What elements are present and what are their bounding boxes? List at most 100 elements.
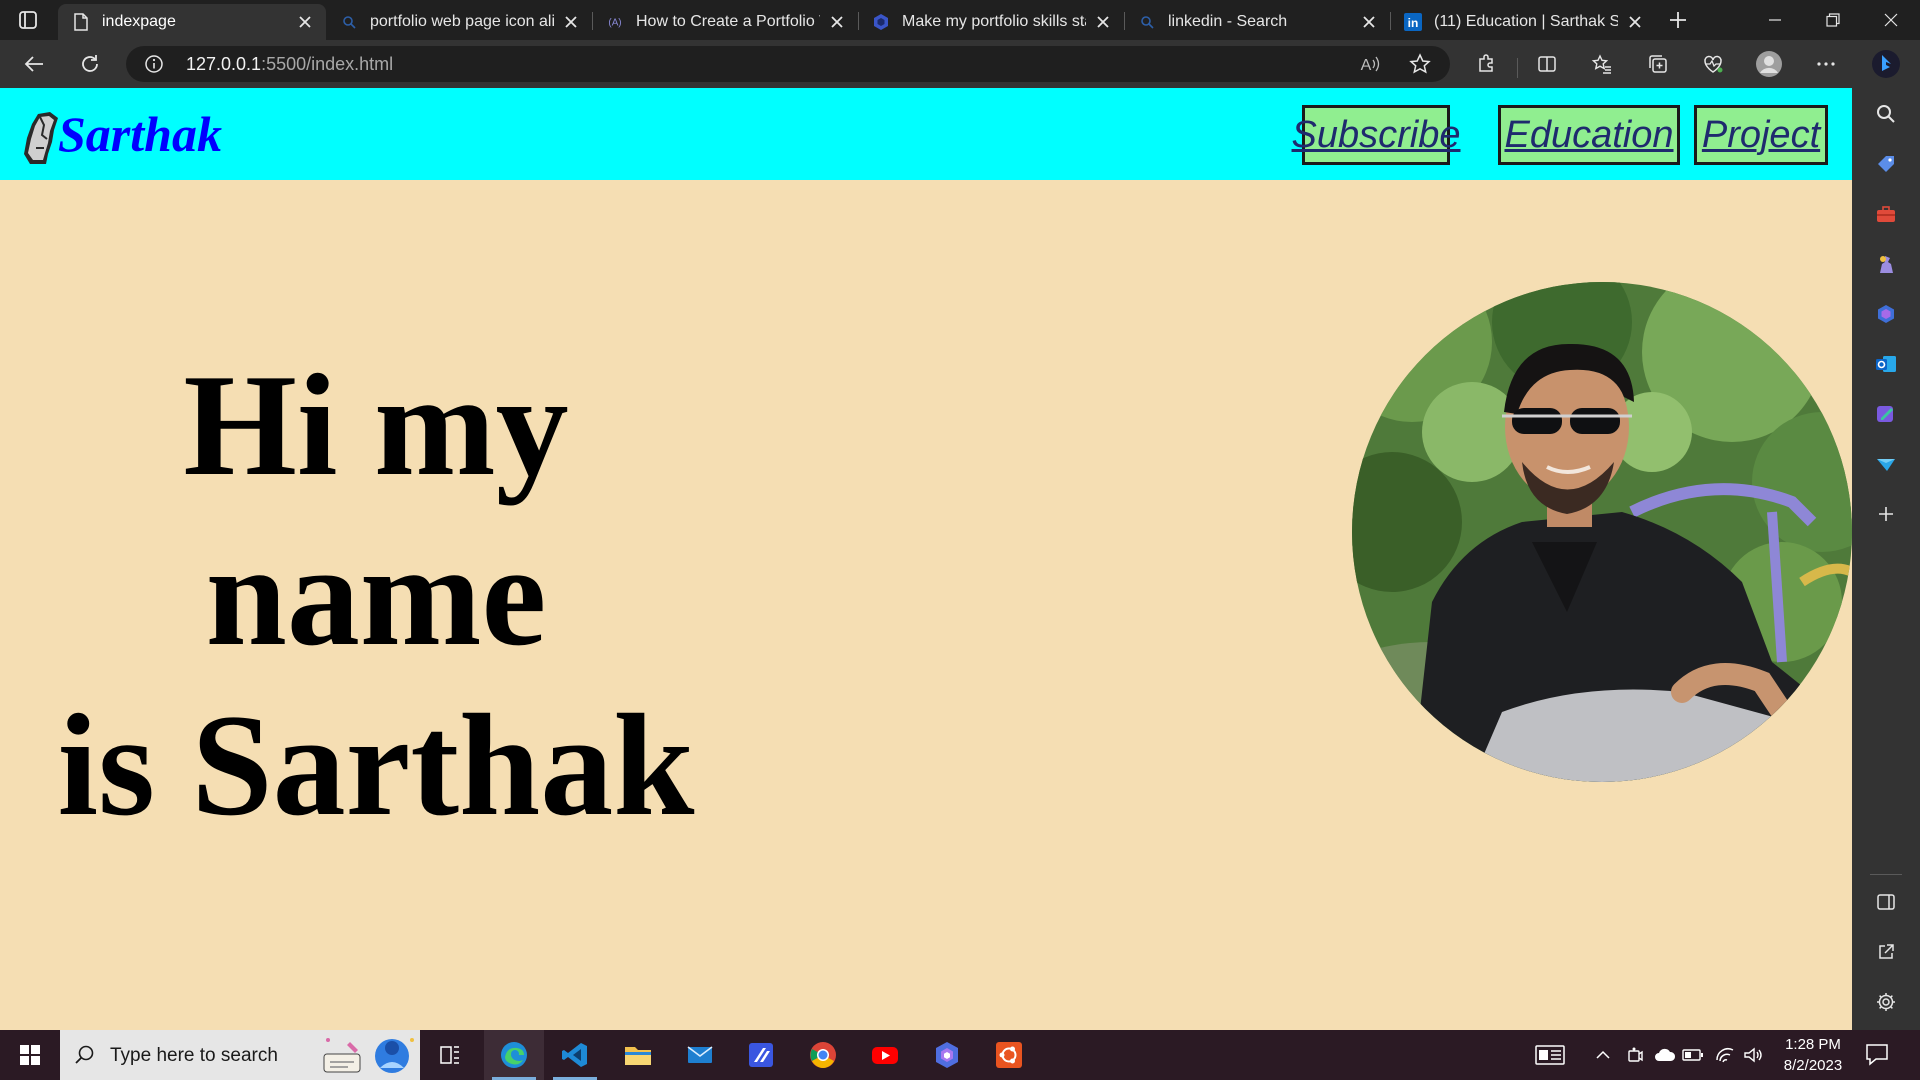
tab-how-to-create[interactable]: (A) How to Create a Portfolio W xyxy=(592,4,858,40)
favorites-icon[interactable] xyxy=(1586,48,1618,80)
search-icon[interactable] xyxy=(1870,98,1902,130)
toolbar-divider xyxy=(1517,58,1518,78)
more-options-icon[interactable] xyxy=(1810,48,1842,80)
clock-time: 1:28 PM xyxy=(1785,1036,1841,1053)
tools-icon[interactable] xyxy=(1870,198,1902,230)
battery-icon[interactable] xyxy=(1680,1043,1706,1067)
hide-sidebar-icon[interactable] xyxy=(1870,886,1902,918)
games-icon[interactable] xyxy=(1870,248,1902,280)
favorite-star-icon[interactable] xyxy=(1408,52,1432,76)
windows-start-icon[interactable] xyxy=(0,1030,60,1080)
hero-heading: Hi my name is Sarthak xyxy=(0,340,752,850)
close-tab-icon[interactable] xyxy=(562,13,580,31)
tab-actions-icon[interactable] xyxy=(16,8,40,32)
search-icon xyxy=(74,1044,96,1066)
linkedin-icon: in xyxy=(1404,13,1422,31)
settings-gear-icon[interactable] xyxy=(1870,986,1902,1018)
read-aloud-icon[interactable]: A xyxy=(1358,52,1382,76)
clock-date: 8/2/2023 xyxy=(1783,1057,1843,1074)
sidebar-divider xyxy=(1870,874,1902,875)
hero-line-2: is Sarthak xyxy=(57,684,695,846)
url-text[interactable]: 127.0.0.1:5500/index.html xyxy=(186,54,393,74)
file-explorer-icon[interactable] xyxy=(608,1030,668,1080)
bing-chat-icon xyxy=(872,13,890,31)
designer-icon[interactable] xyxy=(1870,398,1902,430)
external-link-icon[interactable] xyxy=(1870,936,1902,968)
brand-name[interactable]: Sarthak xyxy=(58,104,222,164)
tab-title: indexpage xyxy=(102,13,176,30)
hero-line-1: Hi my name xyxy=(183,344,569,676)
url-host: 127.0.0.1 xyxy=(186,54,262,74)
task-view-icon[interactable] xyxy=(420,1030,480,1080)
ubuntu-icon[interactable] xyxy=(979,1030,1039,1080)
add-sidebar-app-icon[interactable] xyxy=(1870,498,1902,530)
meet-now-icon[interactable] xyxy=(1622,1043,1648,1067)
close-window-icon[interactable] xyxy=(1862,0,1920,40)
mail-icon[interactable] xyxy=(670,1030,730,1080)
extensions-icon[interactable] xyxy=(1470,48,1502,80)
back-icon[interactable] xyxy=(18,48,50,80)
taskbar-search-placeholder: Type here to search xyxy=(110,1045,278,1066)
minimize-icon[interactable] xyxy=(1746,0,1804,40)
education-button[interactable]: Education xyxy=(1498,105,1680,165)
chrome-icon[interactable] xyxy=(793,1030,853,1080)
tab-indexpage[interactable]: indexpage xyxy=(58,4,326,40)
close-tab-icon[interactable] xyxy=(1626,13,1644,31)
microsoft-365-icon[interactable] xyxy=(1870,298,1902,330)
close-tab-icon[interactable] xyxy=(296,13,314,31)
tab-portfolio-search[interactable]: portfolio web page icon alig xyxy=(326,4,592,40)
windows-taskbar: Type here to search 1:28 PM 8/2/2023 xyxy=(0,1030,1920,1080)
tab-linkedin-search[interactable]: linkedin - Search xyxy=(1124,4,1390,40)
notification-center-icon[interactable] xyxy=(1864,1042,1892,1068)
tab-title: portfolio web page icon alig xyxy=(370,13,554,30)
site-header: Sarthak Subscribe Education Project xyxy=(0,88,1852,180)
restore-icon[interactable] xyxy=(1804,0,1862,40)
close-tab-icon[interactable] xyxy=(1360,13,1378,31)
powerapps-icon[interactable] xyxy=(731,1030,791,1080)
tab-title: Make my portfolio skills star xyxy=(902,13,1086,30)
site-info-icon[interactable] xyxy=(144,54,164,74)
browser-toolbar: 127.0.0.1:5500/index.html A xyxy=(0,40,1920,88)
split-screen-icon[interactable] xyxy=(1531,48,1563,80)
vscode-taskbar-icon[interactable] xyxy=(545,1030,605,1080)
tab-title: (11) Education | Sarthak Sin xyxy=(1434,13,1618,30)
search-highlight-art-icon xyxy=(320,1032,420,1078)
taskbar-search-box[interactable]: Type here to search xyxy=(60,1030,420,1080)
new-tab-icon[interactable] xyxy=(1664,6,1692,34)
browser-essentials-icon[interactable] xyxy=(1697,48,1729,80)
refresh-icon[interactable] xyxy=(74,48,106,80)
edge-sidebar xyxy=(1852,40,1920,1030)
collections-icon[interactable] xyxy=(1642,48,1674,80)
page-icon xyxy=(72,13,90,31)
a-site-icon: (A) xyxy=(606,13,624,31)
system-clock[interactable]: 1:28 PM 8/2/2023 xyxy=(1768,1034,1858,1076)
profile-avatar[interactable] xyxy=(1753,48,1785,80)
edge-taskbar-icon[interactable] xyxy=(484,1030,544,1080)
tab-bing-chat[interactable]: Make my portfolio skills star xyxy=(858,4,1124,40)
page-viewport: Sarthak Subscribe Education Project Hi m… xyxy=(0,88,1852,1030)
close-tab-icon[interactable] xyxy=(1094,13,1112,31)
drop-icon[interactable] xyxy=(1870,448,1902,480)
address-bar[interactable]: 127.0.0.1:5500/index.html A xyxy=(126,46,1450,82)
tab-title: How to Create a Portfolio W xyxy=(636,13,820,30)
onedrive-icon[interactable] xyxy=(1652,1043,1678,1067)
search-icon xyxy=(340,13,358,31)
bing-copilot-icon[interactable] xyxy=(1870,48,1902,80)
youtube-icon[interactable] xyxy=(855,1030,915,1080)
url-path: :5500/index.html xyxy=(261,54,394,74)
wifi-icon[interactable] xyxy=(1712,1043,1738,1067)
show-hidden-icons-chevron-up-icon[interactable] xyxy=(1590,1043,1616,1067)
shopping-tag-icon[interactable] xyxy=(1870,148,1902,180)
outlook-icon[interactable] xyxy=(1870,348,1902,380)
search-icon xyxy=(1138,13,1156,31)
copilot-taskbar-icon[interactable] xyxy=(917,1030,977,1080)
read-aloud-glyph: A xyxy=(1361,57,1372,74)
subscribe-button[interactable]: Subscribe xyxy=(1292,105,1461,165)
profile-photo xyxy=(1352,282,1852,782)
news-widget-icon[interactable] xyxy=(1534,1043,1566,1067)
svg-text:in: in xyxy=(1408,16,1419,30)
volume-icon[interactable] xyxy=(1740,1043,1766,1067)
project-button[interactable]: Project xyxy=(1694,105,1828,165)
close-tab-icon[interactable] xyxy=(828,13,846,31)
tab-linkedin-education[interactable]: in (11) Education | Sarthak Sin xyxy=(1390,4,1656,40)
